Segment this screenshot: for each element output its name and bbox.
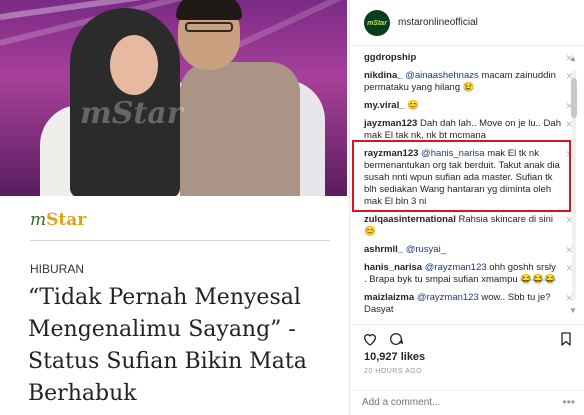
avatar[interactable]: mStar — [364, 10, 390, 36]
mstar-logo: mStar — [30, 210, 87, 230]
comment-item: my.viral_ 😊 ✕ — [360, 98, 575, 116]
comment-user[interactable]: jayzman123 — [364, 118, 417, 129]
article-category[interactable]: HIBURAN — [30, 262, 84, 276]
comment-user[interactable]: zulqaasinternational — [364, 214, 456, 225]
comment-item: maizlaizma @rayzman123 wow.. Sbb tu je? … — [360, 290, 575, 320]
comment-item: nikdina_ @ainaashehnazs macam zainuddin … — [360, 68, 575, 98]
comment-mention[interactable]: @rayzman123 — [417, 292, 479, 303]
comment-item: ashrmll_ @rusyai_ ✕ — [360, 242, 575, 260]
comment-user[interactable]: my.viral_ — [364, 100, 405, 111]
comment-icon[interactable] — [388, 331, 404, 347]
comment-user[interactable]: ashrmll_ — [364, 244, 403, 255]
panel-header: mStar mstaronlineofficial — [350, 0, 584, 46]
comment-user[interactable]: ggdropship — [364, 52, 416, 63]
scroll-thumb[interactable] — [571, 78, 577, 118]
more-options-icon[interactable]: ••• — [562, 395, 575, 409]
add-comment-bar: ••• — [350, 390, 584, 415]
post-photo: mStar — [0, 0, 347, 196]
highlight-box — [352, 140, 571, 212]
article-headline[interactable]: “Tidak Pernah Menyesal Mengenalimu Sayan… — [28, 282, 343, 410]
divider — [30, 240, 330, 241]
comment-mention[interactable]: @ainaashehnazs — [405, 70, 479, 81]
comment-mention[interactable]: @rusyai_ — [406, 244, 446, 255]
comment-user[interactable]: hanis_narisa — [364, 262, 422, 273]
account-name[interactable]: mstaronlineofficial — [398, 17, 478, 28]
comment-mention[interactable]: @rayzman123 — [425, 262, 487, 273]
add-comment-input[interactable] — [362, 397, 552, 408]
action-bar — [350, 324, 584, 350]
comment-user[interactable]: maizlaizma — [364, 292, 414, 303]
heart-icon[interactable] — [362, 331, 378, 347]
likes-count[interactable]: 10,927 likes — [364, 351, 425, 363]
post-time: 20 HOURS AGO — [364, 368, 423, 375]
scroll-down-icon[interactable]: ▼ — [569, 306, 577, 315]
comment-item: zulqaasinternational Rahsia skincare di … — [360, 212, 575, 242]
comment-item: hanis_narisa @rayzman123 ohh goshh srsly… — [360, 260, 575, 290]
scroll-up-icon[interactable]: ▲ — [569, 54, 577, 63]
bookmark-icon[interactable] — [558, 331, 574, 347]
photo-watermark: mStar — [80, 96, 183, 131]
comment-text: 😊 — [407, 100, 419, 111]
comment-user[interactable]: nikdina_ — [364, 70, 403, 81]
post-article: mStar mStar HIBURAN “Tidak Pernah Menyes… — [0, 0, 347, 415]
comment-item: ggdropship ✕ — [360, 50, 575, 68]
